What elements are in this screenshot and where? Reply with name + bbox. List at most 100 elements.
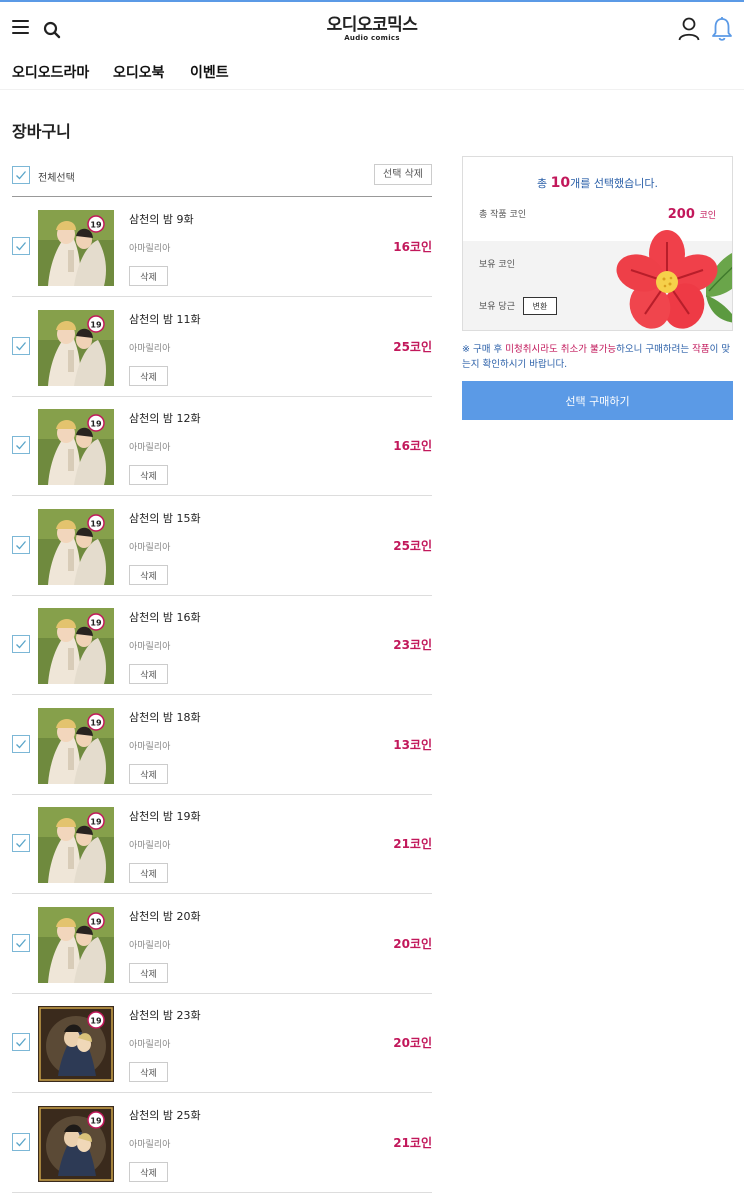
item-delete-button[interactable]: 삭제 — [129, 565, 168, 585]
menu-icon[interactable] — [12, 20, 29, 34]
item-delete-button[interactable]: 삭제 — [129, 465, 168, 485]
cover-image: 19 — [38, 210, 114, 286]
item-author: 아마릴리아 — [129, 244, 171, 254]
cart-item: 19 삼천의 밤 25화 아마릴리아 삭제 21코인 — [12, 1094, 432, 1193]
item-delete-button[interactable]: 삭제 — [129, 1062, 168, 1082]
item-price: 20코인 — [393, 937, 432, 951]
delete-selected-button[interactable]: 선택 삭제 — [374, 164, 432, 185]
item-price: 13코인 — [393, 738, 432, 752]
page-title: 장바구니 — [12, 122, 71, 141]
cover-image: 19 — [38, 708, 114, 784]
item-checkbox[interactable] — [12, 834, 30, 852]
item-delete-button[interactable]: 삭제 — [129, 764, 168, 784]
logo-main-text: 오디오코믹스 — [326, 15, 418, 35]
check-icon — [16, 839, 26, 848]
notice-mark: ※ — [462, 344, 473, 355]
svg-text:19: 19 — [90, 420, 102, 429]
item-checkbox[interactable] — [12, 436, 30, 454]
nav-audio-drama[interactable]: 오디오드라마 — [12, 62, 89, 82]
item-cover[interactable]: 19 — [38, 708, 114, 784]
item-cover[interactable]: 19 — [38, 210, 114, 286]
item-title[interactable]: 삼천의 밤 20화 — [129, 908, 201, 924]
item-title[interactable]: 삼천의 밤 19화 — [129, 808, 201, 824]
item-author: 아마릴리아 — [129, 841, 171, 851]
search-icon[interactable] — [43, 21, 61, 39]
select-all-checkbox[interactable] — [12, 166, 30, 184]
cover-image: 19 — [38, 1006, 114, 1082]
nav-event[interactable]: 이벤트 — [190, 62, 229, 82]
select-all-row: 전체선택 선택 삭제 — [12, 164, 432, 197]
item-title[interactable]: 삼천의 밤 11화 — [129, 311, 201, 327]
item-cover[interactable]: 19 — [38, 310, 114, 386]
item-checkbox[interactable] — [12, 337, 30, 355]
cart-item: 19 삼천의 밤 23화 아마릴리아 삭제 20코인 — [12, 994, 432, 1093]
item-cover[interactable]: 19 — [38, 1106, 114, 1182]
owned-coin-label: 보유 코인 — [479, 260, 515, 270]
item-price: 25코인 — [393, 539, 432, 553]
bell-icon[interactable] — [711, 16, 733, 42]
cover-image: 19 — [38, 310, 114, 386]
item-cover[interactable]: 19 — [38, 509, 114, 585]
item-checkbox[interactable] — [12, 934, 30, 952]
check-icon — [16, 171, 26, 180]
nav-audio-book[interactable]: 오디오북 — [113, 62, 165, 82]
owned-carrot-label: 보유 당근 — [479, 302, 515, 312]
notice-part-4: 작품 — [692, 344, 710, 355]
svg-text:19: 19 — [90, 818, 102, 827]
item-price: 20코인 — [393, 1036, 432, 1050]
svg-text:19: 19 — [90, 321, 102, 330]
convert-button[interactable]: 변환 — [523, 297, 557, 315]
item-author: 아마릴리아 — [129, 642, 171, 652]
item-cover[interactable]: 19 — [38, 608, 114, 684]
item-title[interactable]: 삼천의 밤 25화 — [129, 1107, 201, 1123]
item-cover[interactable]: 19 — [38, 409, 114, 485]
buy-selected-button[interactable]: 선택 구매하기 — [462, 381, 733, 420]
item-title[interactable]: 삼천의 밤 15화 — [129, 510, 201, 526]
flower-decoration — [616, 230, 732, 329]
item-checkbox[interactable] — [12, 536, 30, 554]
item-delete-button[interactable]: 삭제 — [129, 366, 168, 386]
select-all-label: 전체선택 — [38, 173, 75, 184]
total-coin-unit: 코인 — [699, 211, 716, 221]
purchase-notice: ※ 구매 후 미청취시라도 취소가 불가능하오니 구매하려는 작품이 맞는지 확… — [462, 342, 734, 372]
cart-item: 19 삼천의 밤 11화 아마릴리아 삭제 25코인 — [12, 298, 432, 397]
svg-text:19: 19 — [90, 221, 102, 230]
item-cover[interactable]: 19 — [38, 807, 114, 883]
item-checkbox[interactable] — [12, 1033, 30, 1051]
item-delete-button[interactable]: 삭제 — [129, 664, 168, 684]
item-title[interactable]: 삼천의 밤 16화 — [129, 609, 201, 625]
order-summary: 총 10개를 선택했습니다. 총 작품 코인 200 코인 보유 코인 보유 당… — [462, 156, 733, 331]
item-checkbox[interactable] — [12, 635, 30, 653]
item-title[interactable]: 삼천의 밤 12화 — [129, 410, 201, 426]
item-cover[interactable]: 19 — [38, 907, 114, 983]
notice-part-2: 미청취시라도 취소가 불가능 — [505, 344, 617, 355]
check-icon — [16, 740, 26, 749]
item-checkbox[interactable] — [12, 237, 30, 255]
check-icon — [16, 441, 26, 450]
item-price: 21코인 — [393, 1136, 432, 1150]
item-author: 아마릴리아 — [129, 344, 171, 354]
check-icon — [16, 640, 26, 649]
item-delete-button[interactable]: 삭제 — [129, 863, 168, 883]
item-delete-button[interactable]: 삭제 — [129, 1162, 168, 1182]
item-title[interactable]: 삼천의 밤 9화 — [129, 211, 194, 227]
check-icon — [16, 342, 26, 351]
header: 오디오코믹스 Audio comics — [0, 2, 744, 54]
logo[interactable]: 오디오코믹스 Audio comics — [300, 16, 444, 42]
cover-image: 19 — [38, 807, 114, 883]
total-coin-label: 총 작품 코인 — [479, 210, 527, 220]
item-title[interactable]: 삼천의 밤 18화 — [129, 709, 201, 725]
check-icon — [16, 541, 26, 550]
item-checkbox[interactable] — [12, 1133, 30, 1151]
user-icon[interactable] — [678, 17, 700, 41]
main-nav: 오디오드라마 오디오북 이벤트 — [0, 54, 744, 90]
item-cover[interactable]: 19 — [38, 1006, 114, 1082]
cart-item: 19 삼천의 밤 12화 아마릴리아 삭제 16코인 — [12, 397, 432, 496]
check-icon — [16, 1138, 26, 1147]
total-coin-number: 200 — [667, 207, 695, 222]
item-checkbox[interactable] — [12, 735, 30, 753]
item-title[interactable]: 삼천의 밤 23화 — [129, 1007, 201, 1023]
item-delete-button[interactable]: 삭제 — [129, 266, 168, 286]
item-price: 23코인 — [393, 638, 432, 652]
item-delete-button[interactable]: 삭제 — [129, 963, 168, 983]
